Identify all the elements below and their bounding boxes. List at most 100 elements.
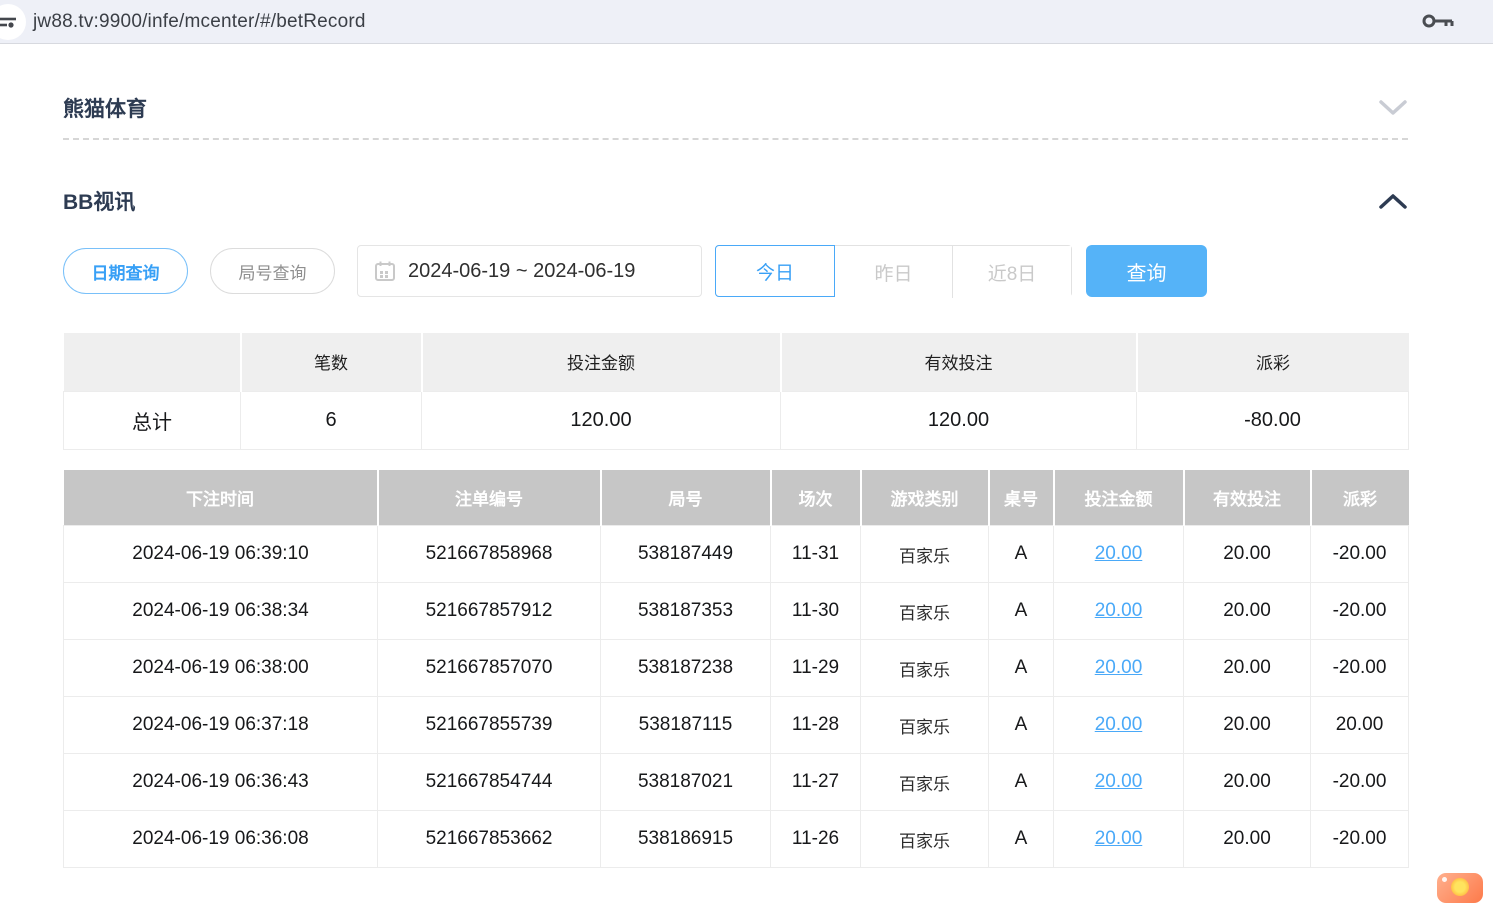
bet-records-table: 下注时间 注单编号 局号 场次 游戏类别 桌号 投注金额 有效投注 派彩 202… xyxy=(63,470,1409,869)
summary-total-valid-bet: 120.00 xyxy=(781,391,1137,449)
summary-header-payout: 派彩 xyxy=(1137,333,1409,391)
today-button[interactable]: 今日 xyxy=(715,245,835,297)
filter-toolbar: 日期查询 局号查询 2024-06-19 ~ 2024-06-19 今日 昨日 … xyxy=(63,245,1471,297)
cell-table-number: A xyxy=(989,526,1054,583)
cell-round-number: 538187115 xyxy=(601,697,771,754)
cell-bet-time: 2024-06-19 06:39:10 xyxy=(64,526,378,583)
table-row: 2024-06-19 06:36:43 521667854744 5381870… xyxy=(64,754,1409,811)
header-valid-bet: 有效投注 xyxy=(1184,470,1311,526)
cell-table-number: A xyxy=(989,583,1054,640)
cell-table-number: A xyxy=(989,697,1054,754)
header-round-number: 局号 xyxy=(601,470,771,526)
cell-bet-amount: 20.00 xyxy=(1054,754,1184,811)
cell-round-number: 538187449 xyxy=(601,526,771,583)
summary-total-row: 总计 6 120.00 120.00 -80.00 xyxy=(64,391,1409,449)
header-payout: 派彩 xyxy=(1311,470,1409,526)
cell-bet-time: 2024-06-19 06:36:08 xyxy=(64,811,378,868)
cell-bet-amount: 20.00 xyxy=(1054,526,1184,583)
summary-header-count: 笔数 xyxy=(241,333,422,391)
cell-game-type: 百家乐 xyxy=(861,640,989,697)
cell-bet-id: 521667857912 xyxy=(378,583,601,640)
cell-game-type: 百家乐 xyxy=(861,754,989,811)
bet-record-page: 熊猫体育 BB视讯 日期查询 局号查询 2024-06-19 ~ 2024-06… xyxy=(0,44,1471,868)
cell-payout: -20.00 xyxy=(1311,583,1409,640)
header-table-number: 桌号 xyxy=(989,470,1054,526)
table-row: 2024-06-19 06:37:18 521667855739 5381871… xyxy=(64,697,1409,754)
bet-amount-link[interactable]: 20.00 xyxy=(1095,771,1143,792)
spark-dot xyxy=(1442,877,1447,882)
bet-amount-link[interactable]: 20.00 xyxy=(1095,828,1143,849)
cell-table-number: A xyxy=(989,754,1054,811)
table-row: 2024-06-19 06:38:34 521667857912 5381873… xyxy=(64,583,1409,640)
cell-bet-id: 521667858968 xyxy=(378,526,601,583)
bet-amount-link[interactable]: 20.00 xyxy=(1095,714,1143,735)
cell-payout: -20.00 xyxy=(1311,526,1409,583)
cell-bet-amount: 20.00 xyxy=(1054,583,1184,640)
last-8-days-button[interactable]: 近8日 xyxy=(953,246,1071,298)
section-title-panda: 熊猫体育 xyxy=(63,93,147,123)
cell-payout: -20.00 xyxy=(1311,640,1409,697)
date-query-tab[interactable]: 日期查询 xyxy=(63,248,188,294)
browser-address-bar: jw88.tv:9900/infe/mcenter/#/betRecord xyxy=(0,0,1493,44)
cell-bet-time: 2024-06-19 06:37:18 xyxy=(64,697,378,754)
section-title-bb: BB视讯 xyxy=(63,186,135,216)
cell-bet-time: 2024-06-19 06:38:00 xyxy=(64,640,378,697)
tune-icon xyxy=(0,11,19,33)
summary-header-blank xyxy=(64,333,241,391)
bet-amount-link[interactable]: 20.00 xyxy=(1095,543,1143,564)
calendar-icon xyxy=(374,260,396,282)
cell-table-number: A xyxy=(989,811,1054,868)
url-input[interactable]: jw88.tv:9900/infe/mcenter/#/betRecord xyxy=(33,11,366,33)
round-query-tab[interactable]: 局号查询 xyxy=(210,248,335,294)
table-row: 2024-06-19 06:38:00 521667857070 5381872… xyxy=(64,640,1409,697)
header-bet-amount: 投注金额 xyxy=(1054,470,1184,526)
search-button[interactable]: 查询 xyxy=(1086,245,1207,297)
cell-session: 11-26 xyxy=(771,811,861,868)
bet-table-header-row: 下注时间 注单编号 局号 场次 游戏类别 桌号 投注金额 有效投注 派彩 xyxy=(64,470,1409,526)
section-bb-video: BB视讯 xyxy=(63,140,1408,220)
floating-promo-button[interactable] xyxy=(1437,873,1483,903)
summary-total-payout: -80.00 xyxy=(1137,391,1409,449)
yesterday-button[interactable]: 昨日 xyxy=(835,246,953,298)
date-range-picker[interactable]: 2024-06-19 ~ 2024-06-19 xyxy=(357,245,702,297)
cell-round-number: 538187353 xyxy=(601,583,771,640)
header-game-type: 游戏类别 xyxy=(861,470,989,526)
summary-total-count: 6 xyxy=(241,391,422,449)
bet-amount-link[interactable]: 20.00 xyxy=(1095,600,1143,621)
chevron-down-icon[interactable] xyxy=(1378,99,1408,117)
cell-round-number: 538186915 xyxy=(601,811,771,868)
cell-bet-id: 521667854744 xyxy=(378,754,601,811)
password-key-icon[interactable] xyxy=(1421,10,1455,37)
summary-table: 笔数 投注金额 有效投注 派彩 总计 6 120.00 120.00 -80.0… xyxy=(63,333,1409,450)
coin-icon xyxy=(1451,878,1469,896)
cell-bet-amount: 20.00 xyxy=(1054,697,1184,754)
section-panda-sports: 熊猫体育 xyxy=(63,44,1408,138)
cell-bet-id: 521667857070 xyxy=(378,640,601,697)
cell-valid-bet: 20.00 xyxy=(1184,583,1311,640)
cell-payout: 20.00 xyxy=(1311,697,1409,754)
cell-game-type: 百家乐 xyxy=(861,697,989,754)
cell-payout: -20.00 xyxy=(1311,811,1409,868)
cell-valid-bet: 20.00 xyxy=(1184,640,1311,697)
cell-table-number: A xyxy=(989,640,1054,697)
header-session: 场次 xyxy=(771,470,861,526)
cell-bet-id: 521667855739 xyxy=(378,697,601,754)
cell-bet-id: 521667853662 xyxy=(378,811,601,868)
table-row: 2024-06-19 06:39:10 521667858968 5381874… xyxy=(64,526,1409,583)
site-settings-button[interactable] xyxy=(0,4,26,40)
cell-session: 11-29 xyxy=(771,640,861,697)
header-bet-time: 下注时间 xyxy=(64,470,378,526)
chevron-up-icon[interactable] xyxy=(1378,192,1408,210)
cell-valid-bet: 20.00 xyxy=(1184,754,1311,811)
cell-bet-time: 2024-06-19 06:38:34 xyxy=(64,583,378,640)
cell-valid-bet: 20.00 xyxy=(1184,811,1311,868)
cell-round-number: 538187021 xyxy=(601,754,771,811)
table-row: 2024-06-19 06:36:08 521667853662 5381869… xyxy=(64,811,1409,868)
cell-round-number: 538187238 xyxy=(601,640,771,697)
cell-session: 11-30 xyxy=(771,583,861,640)
cell-bet-amount: 20.00 xyxy=(1054,811,1184,868)
cell-session: 11-31 xyxy=(771,526,861,583)
cell-valid-bet: 20.00 xyxy=(1184,526,1311,583)
summary-header-valid-bet: 有效投注 xyxy=(781,333,1137,391)
bet-amount-link[interactable]: 20.00 xyxy=(1095,657,1143,678)
